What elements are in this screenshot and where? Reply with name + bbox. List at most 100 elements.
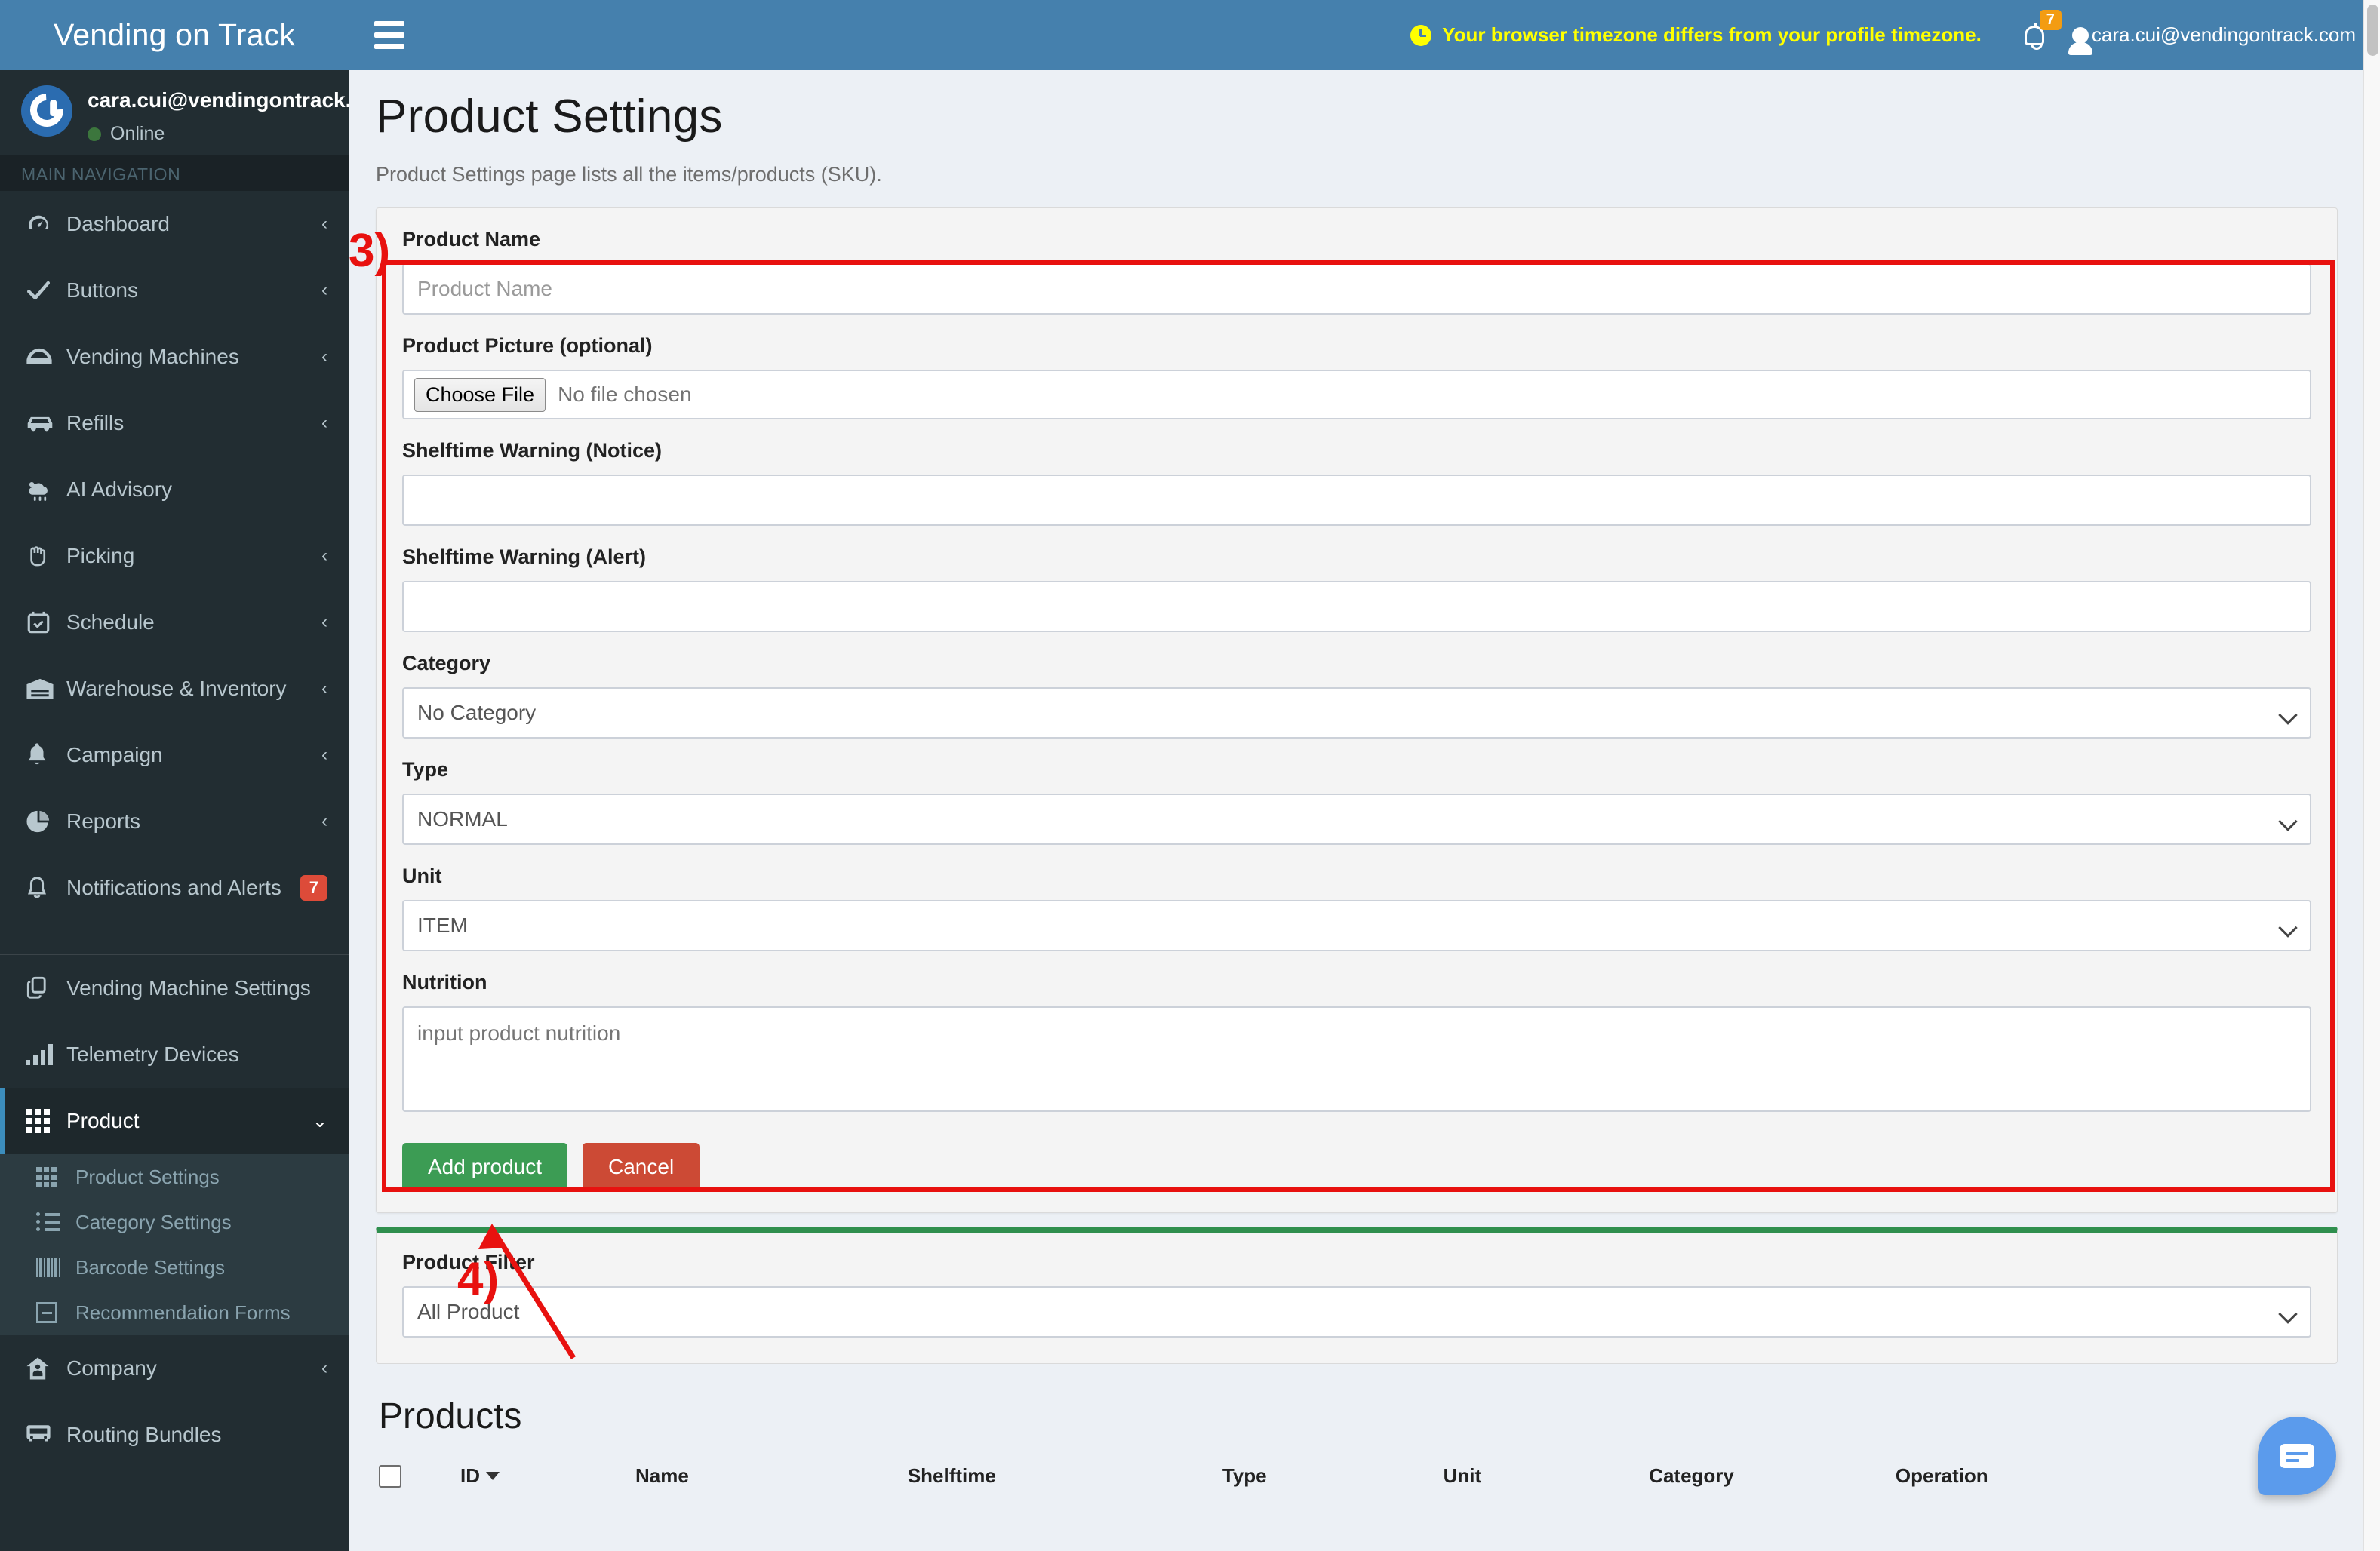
car-icon [26,413,60,433]
sidebar-item-buttons[interactable]: Buttons ‹ [0,257,349,324]
notification-count-badge: 7 [2040,10,2062,30]
sidebar-item-warehouse-inventory[interactable]: Warehouse & Inventory ‹ [0,656,349,722]
sidebar-item-label: Notifications and Alerts [66,876,300,900]
account-menu[interactable]: cara.cui@vendingontrack.com [2072,23,2356,47]
hand-grab-icon [26,544,60,568]
sidebar-item-refills[interactable]: Refills ‹ [0,390,349,456]
sidebar-item-schedule[interactable]: Schedule ‹ [0,589,349,656]
sidebar-subitem-label: Product Settings [75,1166,220,1189]
main-nav-tertiary: Company ‹ Routing Bundles [0,1335,349,1468]
timezone-warning-text: Your browser timezone differs from your … [1442,23,1982,47]
bell-outline-icon [26,875,60,901]
sidebar-item-vending-machines[interactable]: Vending Machines ‹ [0,324,349,390]
product-picture-label: Product Picture (optional) [402,334,2311,358]
product-picture-file-input[interactable]: Choose File No file chosen [402,370,2311,419]
sidebar-item-product-settings[interactable]: Product Settings [0,1154,349,1199]
sidebar-item-notifications-and-alerts[interactable]: Notifications and Alerts 7 [0,855,349,921]
choose-file-button[interactable]: Choose File [414,378,546,412]
product-filter-select[interactable]: All Product [402,1286,2311,1338]
unit-label: Unit [402,865,2311,888]
products-table-header: ID Name Shelftime Type Unit Category Ope… [379,1464,2338,1488]
sidebar-item-reports[interactable]: Reports ‹ [0,788,349,855]
chevron-down-icon [2278,812,2297,831]
list-icon [36,1213,66,1231]
scrollbar-thumb[interactable] [2367,5,2378,56]
products-section-title: Products [379,1396,2338,1437]
minus-square-icon [36,1302,66,1323]
column-header-shelftime[interactable]: Shelftime [908,1464,996,1488]
chevron-left-icon: ‹ [321,280,327,301]
user-panel[interactable]: cara.cui@vendingontrack.c Online [0,70,349,155]
sidebar-item-label: Product [66,1109,312,1133]
sidebar-item-dashboard[interactable]: Dashboard ‹ [0,191,349,257]
pie-chart-icon [26,809,60,834]
unit-selected-value: ITEM [417,914,468,938]
add-product-button[interactable]: Add product [402,1143,567,1191]
user-email: cara.cui@vendingontrack.c [88,88,349,112]
vertical-scrollbar[interactable] [2363,0,2380,1551]
sidebar-item-routing-bundles[interactable]: Routing Bundles [0,1402,349,1468]
chat-widget-button[interactable] [2258,1417,2336,1495]
cancel-button[interactable]: Cancel [583,1143,700,1191]
user-status-label: Online [110,123,165,145]
sidebar-item-label: Routing Bundles [66,1423,327,1447]
category-select[interactable]: No Category [402,687,2311,739]
sidebar-item-label: Vending Machines [66,345,321,369]
field-type: Type NORMAL [402,758,2311,845]
product-filter-label: Product Filter [402,1251,2311,1274]
sidebar-item-category-settings[interactable]: Category Settings [0,1199,349,1245]
cloud-rain-icon [26,478,60,501]
field-shelftime-notice: Shelftime Warning (Notice) [402,439,2311,526]
nutrition-label: Nutrition [402,971,2311,994]
select-all-checkbox[interactable] [379,1465,401,1488]
bus-icon [26,1424,60,1446]
sidebar-item-telemetry-devices[interactable]: Telemetry Devices [0,1021,349,1088]
user-status: Online [88,123,349,145]
sidebar-item-picking[interactable]: Picking ‹ [0,523,349,589]
sidebar-item-barcode-settings[interactable]: Barcode Settings [0,1245,349,1290]
column-header-category[interactable]: Category [1649,1464,1734,1488]
timezone-warning[interactable]: Your browser timezone differs from your … [1410,23,1982,47]
shelftime-notice-input[interactable] [402,475,2311,526]
calendar-check-icon [26,610,60,635]
field-shelftime-alert: Shelftime Warning (Alert) [402,545,2311,632]
column-header-unit[interactable]: Unit [1444,1464,1482,1488]
sidebar-item-label: Refills [66,411,321,435]
column-header-type[interactable]: Type [1222,1464,1267,1488]
column-header-name[interactable]: Name [635,1464,689,1488]
field-product-name: Product Name Product Name [402,228,2311,315]
category-selected-value: No Category [417,701,536,725]
sidebar-item-campaign[interactable]: Campaign ‹ [0,722,349,788]
field-category: Category No Category [402,652,2311,739]
column-header-operation[interactable]: Operation [1896,1464,1988,1488]
product-submenu: Product Settings Category Settings Barco… [0,1154,349,1335]
user-icon [2072,27,2089,44]
shelftime-alert-input[interactable] [402,581,2311,632]
product-name-input[interactable]: Product Name [402,263,2311,315]
chevron-down-icon [2278,1304,2297,1323]
unit-select[interactable]: ITEM [402,900,2311,951]
main-content: Product Settings Product Settings page l… [349,70,2368,1551]
sidebar-item-label: Company [66,1356,321,1381]
type-select[interactable]: NORMAL [402,794,2311,845]
sidebar-item-vending-machine-settings[interactable]: Vending Machine Settings [0,955,349,1021]
sidebar-item-product[interactable]: Product ⌄ [0,1088,349,1154]
sidebar-item-label: Dashboard [66,212,321,236]
notifications-button[interactable]: 7 [2015,13,2054,58]
menu-icon[interactable] [374,21,404,49]
app-window: Vending on Track cara.cui@vendingontrack… [0,0,2380,1551]
column-header-id[interactable]: ID [460,1464,500,1488]
sidebar-item-label: Warehouse & Inventory [66,677,321,701]
sidebar-item-ai-advisory[interactable]: AI Advisory [0,456,349,523]
warehouse-icon [26,677,60,700]
brand-logo[interactable]: Vending on Track [0,0,349,70]
sidebar-item-company[interactable]: Company ‹ [0,1335,349,1402]
field-unit: Unit ITEM [402,865,2311,951]
sidebar-item-recommendation-forms[interactable]: Recommendation Forms [0,1290,349,1335]
nutrition-textarea[interactable] [402,1006,2311,1112]
main-nav-secondary: Vending Machine Settings Telemetry Devic… [0,955,349,1154]
sidebar-item-label: Campaign [66,743,321,767]
sidebar-item-label: Schedule [66,610,321,634]
page-header: Product Settings Product Settings page l… [349,70,2368,186]
sidebar-item-label: Reports [66,809,321,834]
